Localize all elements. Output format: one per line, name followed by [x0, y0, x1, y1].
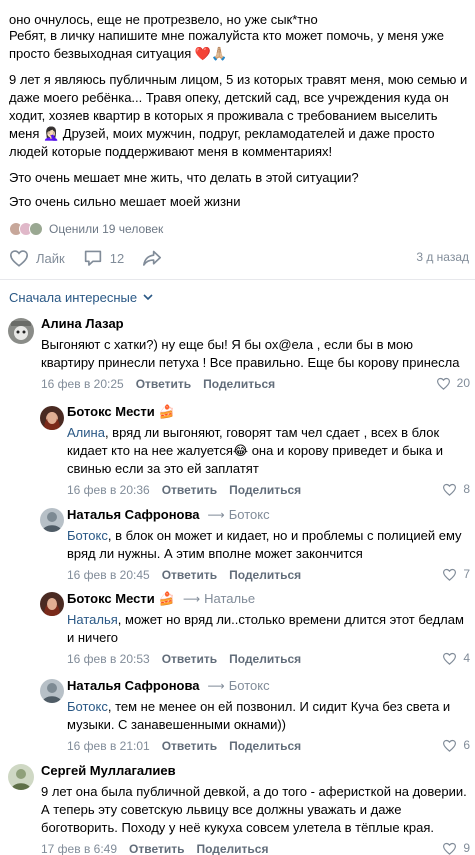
avatar[interactable] — [40, 406, 64, 430]
comment-meta: 17 фев в 6:49 Ответить Поделиться 9 — [41, 841, 470, 855]
comment-meta: 16 фев в 21:01 Ответить Поделиться 6 — [67, 738, 470, 754]
comment-meta: 16 фев в 20:25 Ответить Поделиться 20 — [41, 376, 470, 392]
comment-time[interactable]: 16 фев в 20:45 — [67, 568, 150, 582]
divider — [0, 279, 475, 280]
like-count: 6 — [463, 738, 470, 752]
chevron-down-icon — [143, 294, 153, 301]
avatar[interactable] — [8, 318, 34, 344]
share-button[interactable] — [142, 249, 162, 267]
heart-icon — [443, 842, 457, 855]
reply-arrow-icon: ⟶ — [207, 508, 225, 522]
avatar[interactable] — [40, 592, 64, 616]
comment-like-button[interactable]: 20 — [436, 376, 470, 390]
share-icon — [143, 250, 162, 266]
heart-icon — [443, 652, 457, 665]
author-name[interactable]: Наталья Сафронова ⟶ Ботокс — [67, 678, 470, 694]
like-count: 20 — [456, 376, 470, 390]
like-count: 7 — [463, 567, 470, 581]
comment-text: Выгоняют с хатки?) ну еще бы! Я бы ох@ел… — [41, 337, 460, 370]
avatar[interactable] — [40, 508, 64, 532]
comment-meta: 16 фев в 20:53 Ответить Поделиться 4 — [67, 651, 470, 667]
comment-like-button[interactable]: 9 — [442, 841, 470, 855]
liker-avatar — [29, 222, 43, 236]
comment-like-button[interactable]: 6 — [442, 738, 470, 752]
comment-text: Ботокс, тем не менее он ей позвонил. И с… — [67, 699, 451, 732]
reply-arrow-icon: ⟶ — [182, 592, 201, 606]
reply-button[interactable]: Ответить — [136, 377, 191, 391]
share-comment-button[interactable]: Поделиться — [229, 483, 301, 497]
author-name[interactable]: Ботокс Мести 🍰 — [67, 404, 470, 420]
comment-like-button[interactable]: 4 — [442, 651, 470, 665]
share-comment-button[interactable]: Поделиться — [229, 568, 301, 582]
reply-button[interactable]: Ответить — [129, 842, 184, 855]
comment-text: 9 лет она была публичной девкой, а до то… — [41, 784, 467, 835]
post-actions: Лайк 12 3 д назад — [9, 249, 469, 267]
post-paragraph: Это очень мешает мне жить, что делать в … — [9, 170, 359, 185]
author-name[interactable]: Алина Лазар — [41, 316, 470, 332]
comments-button[interactable]: 12 — [83, 249, 124, 267]
author-name[interactable]: Ботокс Мести 🍰 ⟶ Наталье — [67, 591, 470, 607]
post-date[interactable]: 3 д назад — [416, 250, 469, 264]
rated-by[interactable]: Оценили 19 человек — [9, 221, 163, 237]
heart-icon — [443, 568, 457, 581]
comment-text: Ботокс, в блок он может и кидает, но и п… — [67, 528, 462, 561]
comment-time[interactable]: 16 фев в 20:53 — [67, 652, 150, 666]
reply-button[interactable]: Ответить — [162, 739, 217, 753]
reply-to[interactable]: ⟶ Ботокс — [208, 678, 270, 694]
comment-text: Алина, вряд ли выгоняют, говорят там чел… — [67, 425, 444, 476]
reply-to[interactable]: ⟶ Наталье — [183, 591, 255, 607]
comment-time[interactable]: 17 фев в 6:49 — [41, 842, 117, 855]
cake-emoji: 🍰 — [158, 591, 175, 606]
heart-icon — [443, 483, 457, 496]
comment-like-button[interactable]: 7 — [442, 567, 470, 581]
post-paragraph: Это очень сильно мешает моей жизни — [9, 194, 241, 209]
reply-button[interactable]: Ответить — [162, 652, 217, 666]
sort-label: Сначала интересные — [9, 290, 138, 305]
comment-icon — [84, 250, 101, 266]
like-count: 4 — [463, 651, 470, 665]
share-comment-button[interactable]: Поделиться — [229, 652, 301, 666]
mention-link[interactable]: Ботокс — [67, 699, 108, 714]
comment-meta: 16 фев в 20:36 Ответить Поделиться 8 — [67, 482, 470, 498]
sort-dropdown[interactable]: Сначала интересные — [9, 290, 153, 305]
comments-count: 12 — [109, 250, 125, 266]
mention-link[interactable]: Ботокс — [67, 528, 108, 543]
comment-meta: 16 фев в 20:45 Ответить Поделиться 7 — [67, 567, 470, 583]
heart-icon — [436, 377, 450, 390]
post-paragraph: 9 лет я являюсь публичным лицом, 5 из ко… — [9, 72, 468, 159]
share-comment-button[interactable]: Поделиться — [229, 739, 301, 753]
like-button[interactable]: Лайк — [9, 249, 65, 267]
reply-arrow-icon: ⟶ — [207, 679, 225, 693]
like-count: 9 — [463, 841, 470, 855]
author-name[interactable]: Сергей Муллагалиев — [41, 763, 470, 779]
like-count: 8 — [463, 482, 470, 496]
post-paragraph: Ребят, в личку напишите мне пожалуйста к… — [9, 28, 444, 61]
heart-icon — [9, 250, 29, 267]
comment-time[interactable]: 16 фев в 21:01 — [67, 739, 150, 753]
author-name[interactable]: Наталья Сафронова ⟶ Ботокс — [67, 507, 470, 523]
comment-time[interactable]: 16 фев в 20:25 — [41, 377, 124, 391]
rated-label: Оценили 19 человек — [49, 222, 164, 236]
comment-time[interactable]: 16 фев в 20:36 — [67, 483, 150, 497]
comment-text: Наталья, может но вряд ли..столько време… — [67, 612, 464, 645]
share-comment-button[interactable]: Поделиться — [196, 842, 268, 855]
avatar[interactable] — [8, 764, 34, 790]
heart-icon — [443, 739, 457, 752]
comment-like-button[interactable]: 8 — [442, 482, 470, 496]
reply-button[interactable]: Ответить — [162, 483, 217, 497]
avatar[interactable] — [40, 679, 64, 703]
cake-emoji: 🍰 — [158, 404, 175, 419]
mention-link[interactable]: Алина — [67, 425, 105, 440]
reply-to[interactable]: ⟶ Ботокс — [208, 507, 270, 523]
reply-button[interactable]: Ответить — [162, 568, 217, 582]
share-comment-button[interactable]: Поделиться — [203, 377, 275, 391]
mention-link[interactable]: Наталья — [67, 612, 118, 627]
like-label: Лайк — [36, 250, 65, 266]
